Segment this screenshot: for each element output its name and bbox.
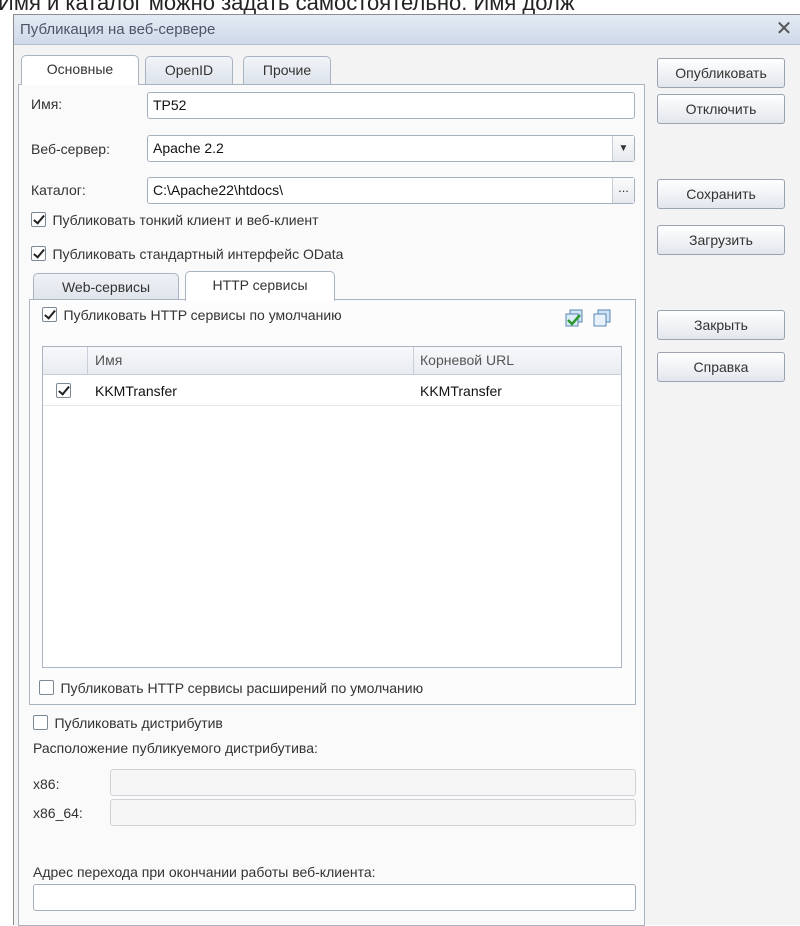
http-default-checkbox-row[interactable]: Публиковать HTTP сервисы по умолчанию (42, 306, 342, 326)
http-default-label: Публиковать HTTP сервисы по умолчанию (63, 306, 342, 323)
column-header-url[interactable]: Корневой URL (420, 347, 514, 375)
x86-input[interactable] (110, 769, 636, 796)
table-row[interactable]: KKMTransfer KKMTransfer (43, 376, 621, 406)
catalog-input-value: C:\Apache22\htdocs\ (153, 182, 283, 198)
x86-64-label: x86_64: (33, 805, 83, 821)
close-button[interactable]: Закрыть (657, 310, 785, 340)
chevron-down-icon[interactable]: ▼ (612, 136, 634, 161)
distrib-checkbox[interactable] (33, 715, 48, 731)
distrib-label: Публиковать дистрибутив (54, 714, 223, 731)
distrib-checkbox-row[interactable]: Публиковать дистрибутив (33, 714, 223, 734)
save-button[interactable]: Сохранить (657, 179, 785, 209)
name-input[interactable]: TP52 (147, 92, 635, 119)
thin-client-label: Публиковать тонкий клиент и веб-клиент (52, 211, 319, 228)
help-button[interactable]: Справка (657, 352, 785, 382)
catalog-label: Каталог: (31, 182, 86, 198)
odata-label: Публиковать стандартный интерфейс OData (52, 245, 344, 262)
thin-client-checkbox[interactable] (31, 212, 46, 228)
close-icon[interactable]: ✕ (772, 17, 796, 41)
x86-label: x86: (33, 776, 60, 792)
column-separator (87, 347, 88, 375)
tab-main[interactable]: Основные (21, 55, 139, 85)
check-all-icon[interactable] (564, 308, 586, 330)
http-services-table: Имя Корневой URL KKMTransfer KKMTransfer (42, 346, 622, 668)
odata-checkbox-row[interactable]: Публиковать стандартный интерфейс OData (31, 245, 343, 265)
column-header-name[interactable]: Имя (95, 347, 122, 375)
title-bar[interactable]: Публикация на веб-сервере ✕ (14, 15, 800, 45)
server-select-value: Apache 2.2 (153, 140, 224, 156)
http-ext-checkbox[interactable] (39, 680, 54, 696)
column-separator (413, 347, 414, 375)
row-name: KKMTransfer (95, 383, 177, 399)
x86-64-input[interactable] (110, 799, 636, 826)
browse-button[interactable]: ... (612, 178, 634, 203)
http-ext-label: Публиковать HTTP сервисы расширений по у… (60, 679, 424, 696)
http-default-checkbox[interactable] (42, 307, 57, 323)
disable-button[interactable]: Отключить (657, 94, 785, 124)
redirect-input[interactable] (33, 884, 636, 911)
table-header: Имя Корневой URL (43, 347, 621, 375)
row-url: KKMTransfer (420, 383, 502, 399)
tab-http-services[interactable]: HTTP сервисы (185, 271, 335, 301)
tab-web-services[interactable]: Web-сервисы (33, 273, 179, 301)
thin-client-checkbox-row[interactable]: Публиковать тонкий клиент и веб-клиент (31, 211, 319, 231)
server-select[interactable]: Apache 2.2 ▼ (147, 135, 635, 162)
catalog-input[interactable]: C:\Apache22\htdocs\ ... (147, 177, 635, 204)
redirect-label: Адрес перехода при окончании работы веб-… (33, 864, 376, 880)
row-checkbox[interactable] (56, 383, 71, 398)
server-label: Веб-сервер: (31, 141, 110, 157)
odata-checkbox[interactable] (31, 246, 46, 262)
uncheck-all-icon[interactable] (592, 308, 614, 330)
name-label: Имя: (31, 96, 63, 112)
window-title: Публикация на веб-сервере (20, 21, 216, 38)
publish-dialog: Публикация на веб-сервере ✕ Основные Ope… (13, 14, 800, 926)
http-ext-checkbox-row[interactable]: Публиковать HTTP сервисы расширений по у… (39, 679, 423, 699)
tab-other[interactable]: Прочие (243, 56, 331, 84)
load-button[interactable]: Загрузить (657, 225, 785, 255)
distrib-location-label: Расположение публикуемого дистрибутива: (33, 740, 318, 756)
tab-openid[interactable]: OpenID (145, 56, 233, 84)
publish-button[interactable]: Опубликовать (657, 58, 785, 88)
